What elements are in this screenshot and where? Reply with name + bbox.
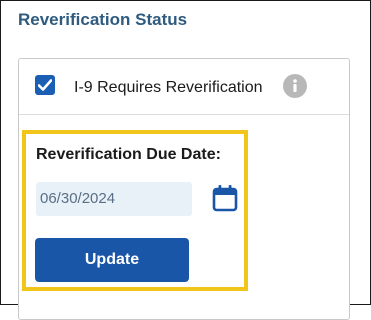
checkmark-icon [38,79,52,91]
requires-reverification-checkbox[interactable] [35,75,55,95]
info-circle-icon[interactable] [283,74,307,98]
section-title: Reverification Status [18,10,188,29]
panel-divider [19,114,349,115]
due-date-label: Reverification Due Date: [36,146,221,163]
due-date-highlight: Reverification Due Date: 06/30/2024 Upda… [22,130,248,291]
calendar-icon[interactable] [212,184,238,212]
requires-reverification-label: I-9 Requires Reverification [74,79,263,96]
due-date-input[interactable]: 06/30/2024 [36,182,192,216]
update-button[interactable]: Update [35,238,189,282]
